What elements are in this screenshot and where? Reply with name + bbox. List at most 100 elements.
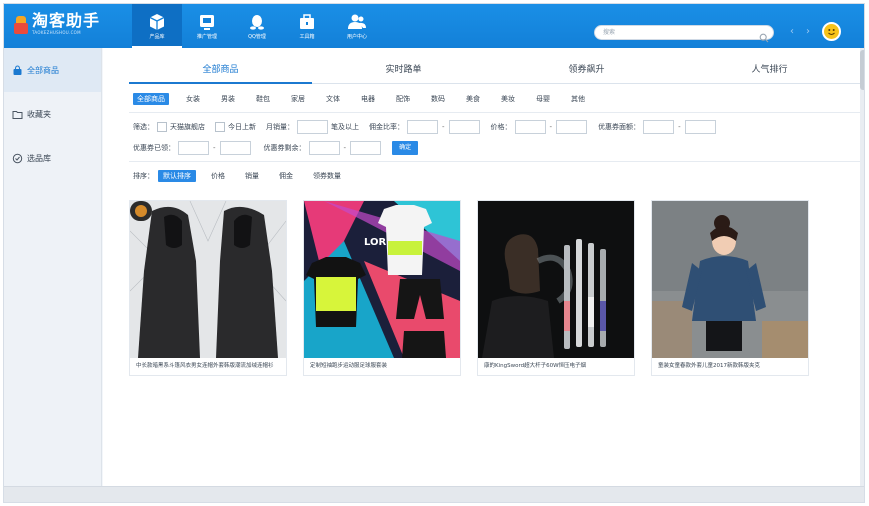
coupon-received-max-input[interactable] (219, 141, 251, 155)
tab-coupon-surge[interactable]: 领券飙升 (495, 58, 678, 83)
sort-label: 排序： (133, 172, 154, 180)
tab-bar: 全部商品 实时路单 领券飙升 人气排行 (129, 58, 861, 84)
product-card[interactable]: 康的KingSword超大杆子60W恒压电子烟 (477, 200, 635, 376)
qq-icon (247, 12, 267, 32)
history-arrows: ‹ › (787, 26, 813, 38)
search-input[interactable] (603, 27, 753, 38)
today-new-label: 今日上新 (228, 123, 256, 131)
product-title: 中长款暗黑系斗篷风衣男女连帽外套韩版潮流加绒连帽衫 (136, 363, 274, 369)
category-item[interactable]: 女装 (182, 93, 204, 105)
filter-row: 筛选： 天猫旗舰店 今日上新 月销量： 笔及以上 佣金比率： - 价格： - 优… (133, 119, 719, 135)
price-max-input[interactable] (556, 120, 588, 134)
monthly-sales-label: 月销量： (266, 123, 294, 131)
tab-realtime[interactable]: 实时路单 (312, 58, 495, 83)
status-bar (4, 486, 864, 502)
sort-bar: 排序： 默认排序 价格 销量 佣金 领券数量 (133, 169, 356, 183)
app-window: 淘客助手 TAOKEZHUSHOU.COM 产品库 推广管理 QQ管理 工具箱 … (3, 3, 865, 503)
avatar[interactable] (822, 22, 841, 41)
category-item[interactable]: 配饰 (392, 93, 414, 105)
filter-row: 优惠券已领： - 优惠券剩余： - 确定 (133, 140, 719, 156)
search-box (594, 25, 774, 43)
nav-label: 用户中心 (346, 33, 367, 40)
category-item[interactable]: 男装 (217, 93, 239, 105)
range-dash: - (213, 144, 216, 152)
category-item[interactable]: 鞋包 (252, 93, 274, 105)
product-grid: 中长款暗黑系斗篷风衣男女连帽外套韩版潮流加绒连帽衫 LORE 定制短袖跑步运动服… (129, 200, 809, 376)
divider (129, 161, 861, 162)
coupon-amount-max-input[interactable] (684, 120, 716, 134)
product-card[interactable]: 童装女童春款外套儿童2017新款韩版夹克 (651, 200, 809, 376)
coupon-amount-min-input[interactable] (643, 120, 675, 134)
sort-commission[interactable]: 佣金 (274, 170, 298, 182)
nav-label: QQ管理 (248, 33, 266, 40)
category-item[interactable]: 其他 (567, 93, 589, 105)
sort-price[interactable]: 价格 (206, 170, 230, 182)
monthly-sales-input[interactable] (297, 120, 328, 134)
nav-toolbox[interactable]: 工具箱 (282, 4, 332, 48)
confirm-button[interactable]: 确定 (392, 141, 419, 155)
scrollbar-thumb[interactable] (860, 50, 864, 90)
product-image[interactable] (652, 201, 808, 358)
top-bar: 淘客助手 TAOKEZHUSHOU.COM 产品库 推广管理 QQ管理 工具箱 … (4, 4, 864, 48)
commission-rate-label: 佣金比率： (369, 123, 404, 131)
back-arrow-icon[interactable]: ‹ (787, 26, 797, 38)
coupon-remaining-label: 优惠券剩余： (263, 144, 306, 152)
coupon-remaining-min-input[interactable] (308, 141, 340, 155)
product-image[interactable] (478, 201, 634, 358)
category-item[interactable]: 母婴 (532, 93, 554, 105)
forward-arrow-icon[interactable]: › (803, 26, 813, 38)
sidebar-item-selection-library[interactable]: 选品库 (4, 136, 101, 180)
logo-title: 淘客助手 (32, 11, 101, 30)
category-item[interactable]: 数码 (427, 93, 449, 105)
tmall-checkbox[interactable] (157, 122, 167, 132)
today-new-checkbox[interactable] (215, 122, 225, 132)
category-item[interactable]: 文体 (322, 93, 344, 105)
coupon-received-min-input[interactable] (178, 141, 209, 155)
folder-icon (12, 109, 23, 120)
category-item[interactable]: 美食 (462, 93, 484, 105)
users-icon (347, 12, 367, 32)
sidebar-item-all-products[interactable]: 全部商品 (4, 48, 101, 92)
sort-coupon-count[interactable]: 领券数量 (308, 170, 346, 182)
nav-user-center[interactable]: 用户中心 (332, 4, 382, 48)
product-image[interactable]: LORE (304, 201, 460, 358)
product-card[interactable]: 中长款暗黑系斗篷风衣男女连帽外套韩版潮流加绒连帽衫 (129, 200, 287, 376)
category-item[interactable]: 家居 (287, 93, 309, 105)
search-icon[interactable] (759, 28, 769, 43)
product-image[interactable] (130, 201, 286, 358)
category-bar: 全部商品 女装 男装 鞋包 家居 文体 电器 配饰 数码 美食 美妆 母婴 其他 (133, 92, 602, 106)
commission-max-input[interactable] (448, 120, 480, 134)
price-min-input[interactable] (514, 120, 546, 134)
sort-default[interactable]: 默认排序 (158, 170, 196, 182)
sidebar-item-favorites[interactable]: 收藏夹 (4, 92, 101, 136)
monitor-icon (197, 12, 217, 32)
tab-all-products[interactable]: 全部商品 (129, 58, 312, 84)
smiley-face-icon (828, 29, 835, 35)
range-dash: - (343, 144, 347, 152)
price-label: 价格： (490, 123, 512, 131)
tab-popularity[interactable]: 人气排行 (678, 58, 861, 83)
sidebar-item-label: 全部商品 (27, 65, 59, 75)
logo-mark-icon (14, 16, 28, 34)
main-content: 全部商品 实时路单 领券飙升 人气排行 全部商品 女装 男装 鞋包 家居 文体 … (103, 48, 861, 486)
scrollbar-track[interactable] (860, 48, 864, 486)
main-nav: 产品库 推广管理 QQ管理 工具箱 用户中心 (132, 4, 382, 48)
commission-min-input[interactable] (407, 120, 438, 134)
nav-promotion[interactable]: 推广管理 (182, 4, 232, 48)
category-item[interactable]: 电器 (357, 93, 379, 105)
divider (129, 112, 861, 113)
nav-qq[interactable]: QQ管理 (232, 4, 282, 48)
coupon-received-label: 优惠券已领： (133, 144, 175, 152)
category-item[interactable]: 全部商品 (133, 93, 169, 105)
product-card[interactable]: LORE 定制短袖跑步运动服足球服套装 (303, 200, 461, 376)
range-dash: - (442, 123, 445, 131)
filter-panel: 筛选： 天猫旗舰店 今日上新 月销量： 笔及以上 佣金比率： - 价格： - 优… (133, 119, 719, 161)
coupon-amount-label: 优惠券面额： (598, 123, 641, 131)
category-item[interactable]: 美妆 (497, 93, 519, 105)
nav-product-library[interactable]: 产品库 (132, 4, 182, 48)
coupon-remaining-max-input[interactable] (350, 141, 382, 155)
sidebar: 全部商品 收藏夹 选品库 (4, 48, 102, 486)
sidebar-item-label: 收藏夹 (27, 109, 51, 119)
nav-label: 推广管理 (196, 33, 217, 40)
sort-sales[interactable]: 销量 (240, 170, 264, 182)
